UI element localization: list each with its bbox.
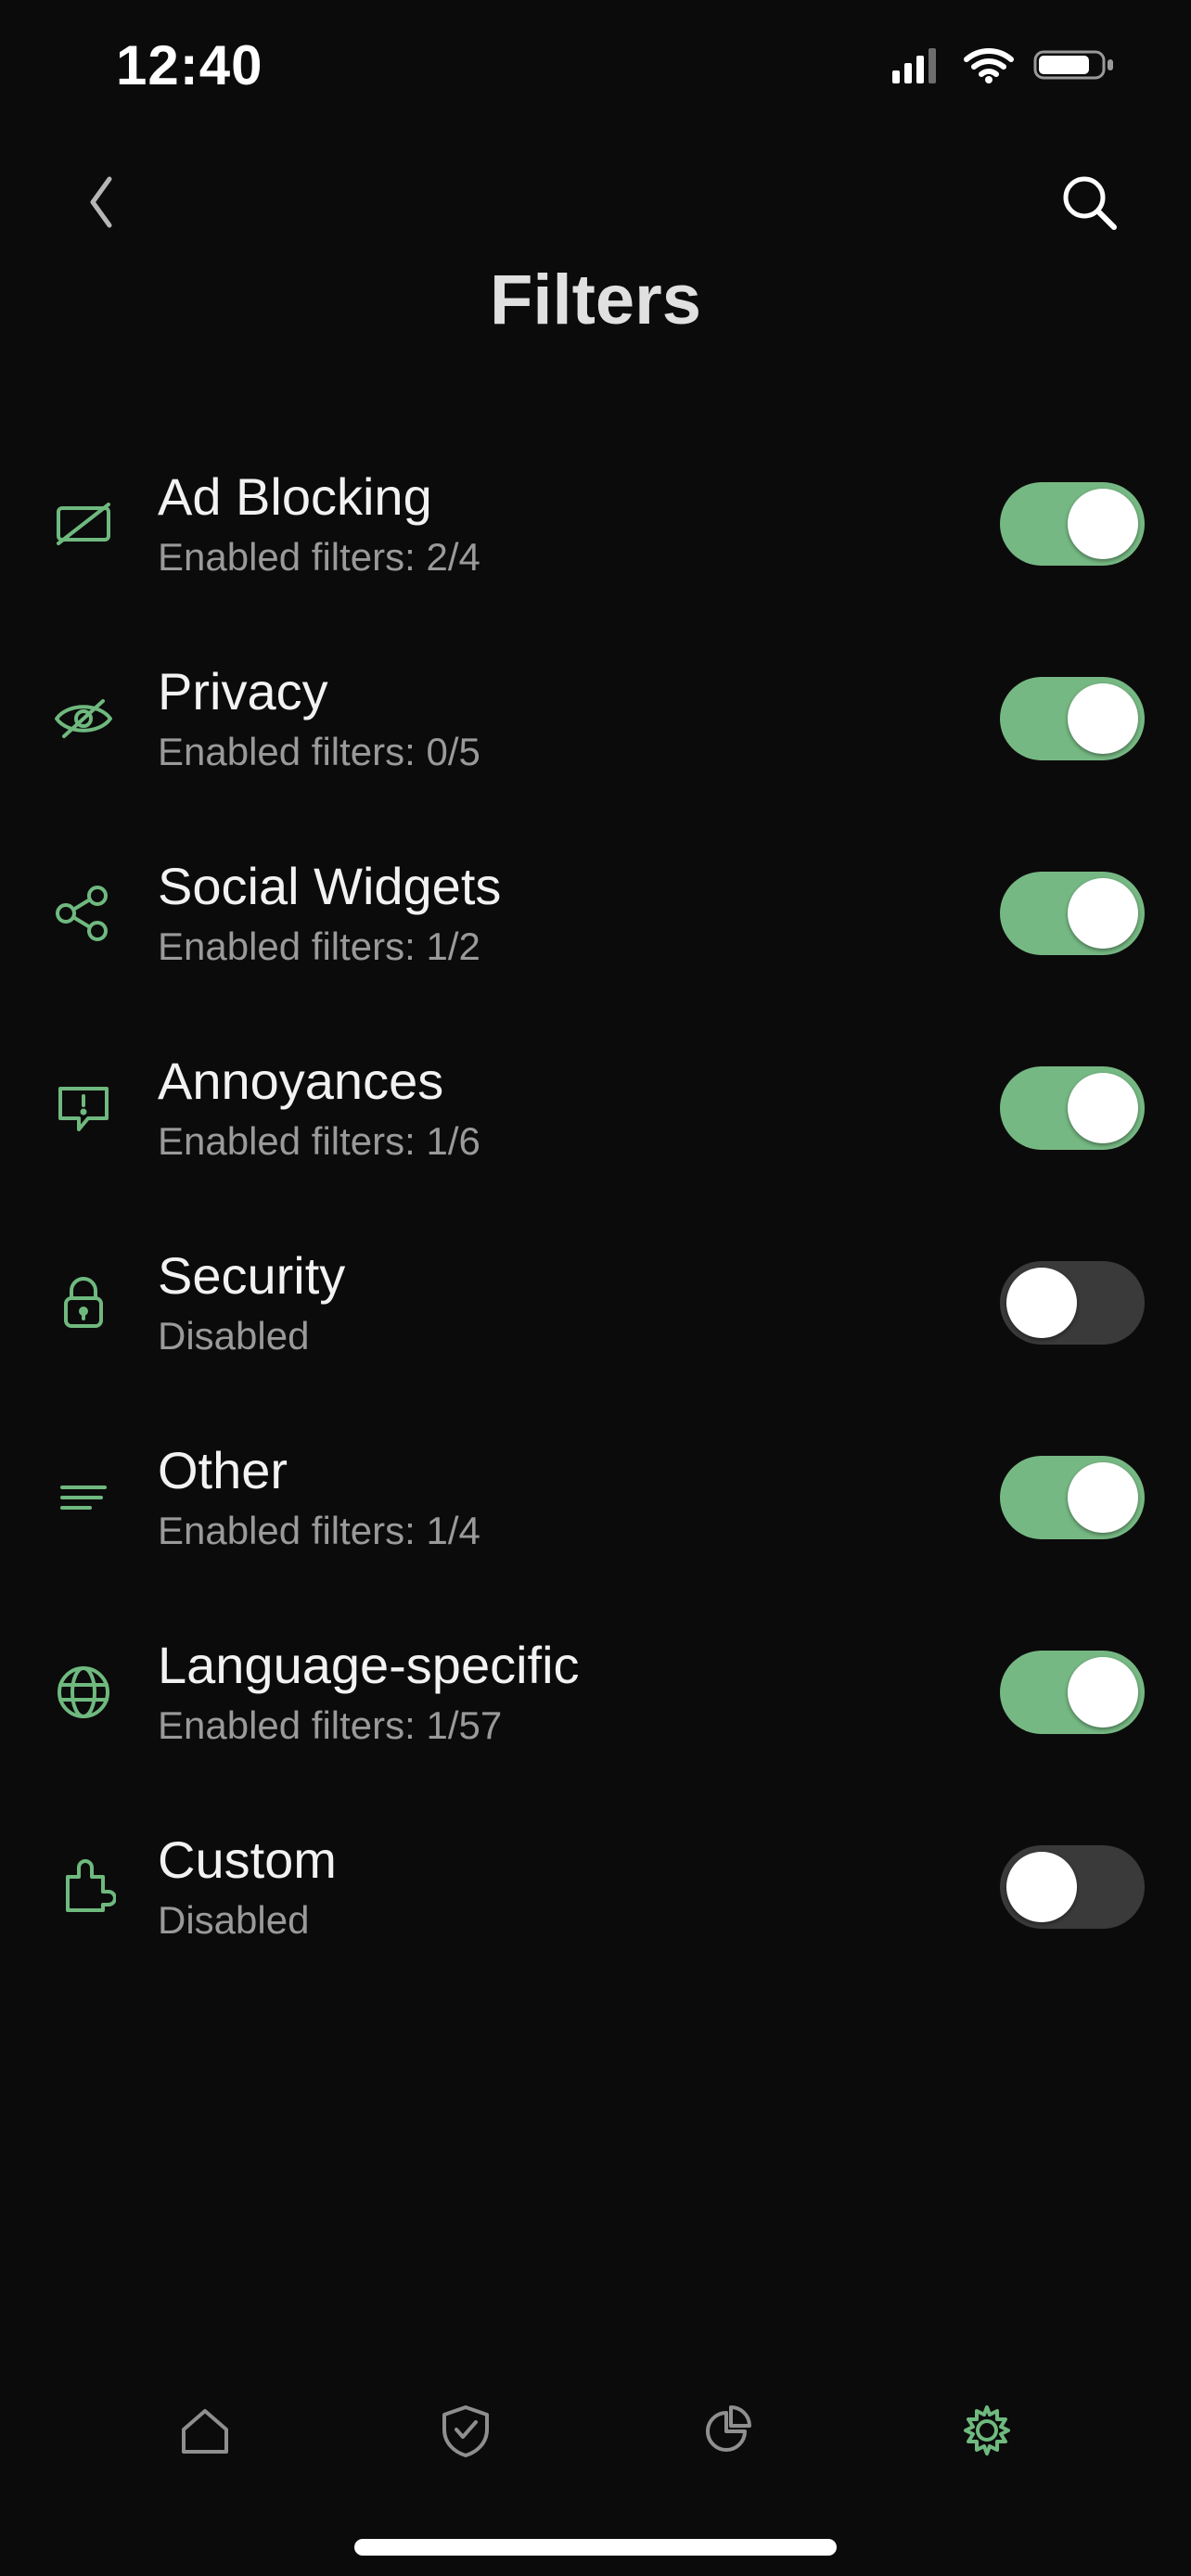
wifi-icon <box>963 46 1015 83</box>
filter-row-security[interactable]: Security Disabled <box>46 1224 1145 1382</box>
filter-text-other: Other Enabled filters: 1/4 <box>158 1442 963 1553</box>
search-icon <box>1058 172 1120 237</box>
filter-row-other[interactable]: Other Enabled filters: 1/4 <box>46 1419 1145 1576</box>
filter-title: Language-specific <box>158 1637 963 1694</box>
filter-title: Annoyances <box>158 1052 963 1110</box>
filter-list: Ad Blocking Enabled filters: 2/4 Privacy… <box>0 445 1191 2003</box>
custom-icon <box>46 1850 121 1924</box>
filter-row-language-specific[interactable]: Language-specific Enabled filters: 1/57 <box>46 1613 1145 1771</box>
filter-row-ad-blocking[interactable]: Ad Blocking Enabled filters: 2/4 <box>46 445 1145 603</box>
nav-bar <box>0 148 1191 260</box>
filter-text-language-specific: Language-specific Enabled filters: 1/57 <box>158 1637 963 1748</box>
filter-text-social-widgets: Social Widgets Enabled filters: 1/2 <box>158 858 963 969</box>
tab-home[interactable] <box>163 2391 247 2474</box>
back-button[interactable] <box>65 167 139 241</box>
toggle-ad-blocking[interactable] <box>1000 482 1145 566</box>
filter-text-security: Security Disabled <box>158 1247 963 1358</box>
filter-title: Social Widgets <box>158 858 963 915</box>
toggle-privacy[interactable] <box>1000 677 1145 760</box>
filter-subtitle: Disabled <box>158 1314 963 1358</box>
toggle-language-specific[interactable] <box>1000 1651 1145 1734</box>
filter-text-privacy: Privacy Enabled filters: 0/5 <box>158 663 963 774</box>
social-icon <box>46 876 121 950</box>
screen-root: 12:40 <box>0 0 1191 2576</box>
filter-text-custom: Custom Disabled <box>158 1831 963 1943</box>
status-icons-group <box>892 46 1117 83</box>
filter-subtitle: Enabled filters: 1/57 <box>158 1703 963 1748</box>
filter-subtitle: Enabled filters: 0/5 <box>158 730 963 774</box>
tab-settings[interactable] <box>945 2391 1029 2474</box>
filter-title: Privacy <box>158 663 963 721</box>
filter-subtitle: Disabled <box>158 1898 963 1943</box>
security-icon <box>46 1266 121 1340</box>
tab-stats[interactable] <box>685 2391 768 2474</box>
battery-icon <box>1033 46 1117 83</box>
chevron-left-icon <box>82 172 122 237</box>
ad-blocking-icon <box>46 487 121 561</box>
toggle-social-widgets[interactable] <box>1000 872 1145 955</box>
filter-subtitle: Enabled filters: 2/4 <box>158 535 963 580</box>
status-bar: 12:40 <box>0 0 1191 130</box>
filter-row-privacy[interactable]: Privacy Enabled filters: 0/5 <box>46 640 1145 797</box>
filter-text-ad-blocking: Ad Blocking Enabled filters: 2/4 <box>158 468 963 580</box>
toggle-other[interactable] <box>1000 1456 1145 1539</box>
home-icon <box>173 2398 237 2468</box>
other-icon <box>46 1460 121 1535</box>
annoyances-icon <box>46 1071 121 1145</box>
search-button[interactable] <box>1052 167 1126 241</box>
filter-text-annoyances: Annoyances Enabled filters: 1/6 <box>158 1052 963 1164</box>
filter-subtitle: Enabled filters: 1/6 <box>158 1119 963 1164</box>
tab-protection[interactable] <box>424 2391 507 2474</box>
filter-subtitle: Enabled filters: 1/4 <box>158 1509 963 1553</box>
filter-row-social-widgets[interactable]: Social Widgets Enabled filters: 1/2 <box>46 835 1145 992</box>
status-time: 12:40 <box>116 33 263 97</box>
filter-row-annoyances[interactable]: Annoyances Enabled filters: 1/6 <box>46 1029 1145 1187</box>
shield-icon <box>433 2398 498 2468</box>
stats-icon <box>694 2398 759 2468</box>
filter-title: Security <box>158 1247 963 1305</box>
toggle-annoyances[interactable] <box>1000 1066 1145 1150</box>
filter-title: Other <box>158 1442 963 1499</box>
filter-subtitle: Enabled filters: 1/2 <box>158 925 963 969</box>
globe-icon <box>46 1655 121 1729</box>
toggle-security[interactable] <box>1000 1261 1145 1345</box>
privacy-icon <box>46 682 121 756</box>
toggle-custom[interactable] <box>1000 1845 1145 1929</box>
tab-bar <box>0 2344 1191 2520</box>
filter-title: Custom <box>158 1831 963 1889</box>
filter-title: Ad Blocking <box>158 468 963 526</box>
filter-row-custom[interactable]: Custom Disabled <box>46 1808 1145 1966</box>
page-title: Filters <box>0 260 1191 340</box>
home-indicator <box>354 2539 837 2556</box>
gear-icon <box>954 2398 1019 2468</box>
cellular-icon <box>892 46 944 83</box>
